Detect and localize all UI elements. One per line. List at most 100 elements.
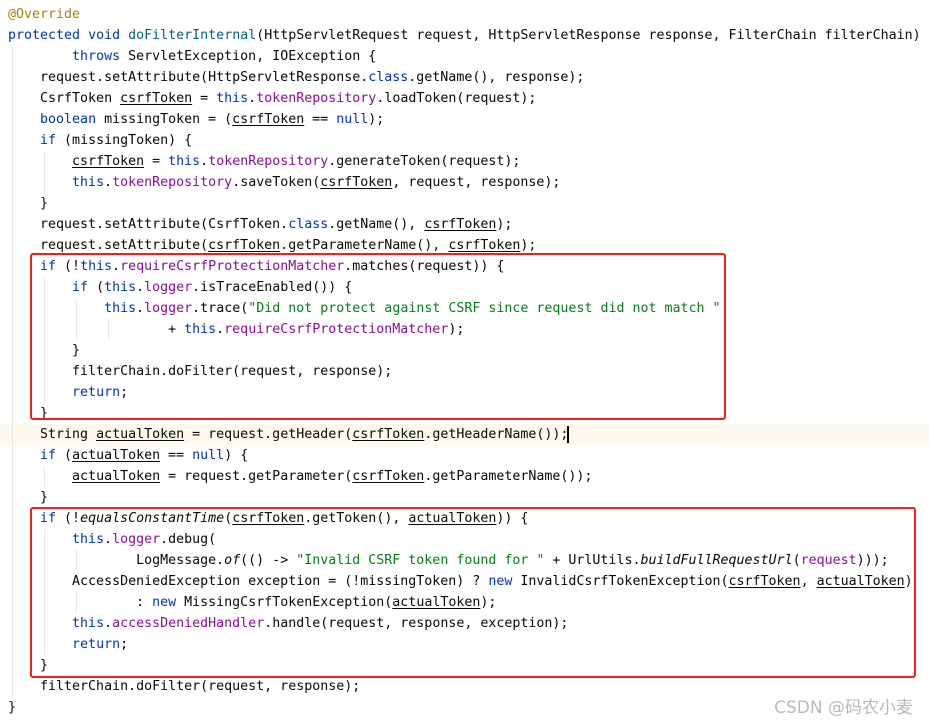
code-token: AccessDeniedException exception = (!miss…: [8, 574, 489, 589]
code-token: .debug(: [160, 532, 217, 547]
code-line[interactable]: }: [0, 403, 929, 424]
code-token: (!: [56, 259, 81, 274]
code-line[interactable]: this.logger.trace("Did not protect again…: [0, 298, 929, 319]
code-token: )));: [856, 553, 889, 568]
code-line[interactable]: request.setAttribute(csrfToken.getParame…: [0, 235, 929, 256]
code-line[interactable]: if (!equalsConstantTime(csrfToken.getTok…: [0, 508, 929, 529]
code-token: tokenRepository: [208, 154, 329, 169]
code-token: csrfToken: [424, 217, 497, 232]
code-token: ==: [160, 448, 193, 463]
code-token: return: [72, 637, 121, 652]
code-line[interactable]: request.setAttribute(CsrfToken.class.get…: [0, 214, 929, 235]
code-line[interactable]: boolean missingToken = (csrfToken == nul…: [0, 109, 929, 130]
code-token: (HttpServletRequest request, HttpServlet…: [256, 28, 921, 43]
code-token: logger: [144, 301, 193, 316]
code-token: if: [40, 259, 57, 274]
code-line[interactable]: filterChain.doFilter(request, response);: [0, 361, 929, 382]
code-editor[interactable]: @Override protected void doFilterInternal…: [0, 4, 929, 718]
code-token: ) {: [224, 448, 249, 463]
code-token: new: [488, 574, 513, 589]
code-line[interactable]: LogMessage.of(() -> "Invalid CSRF token …: [0, 550, 929, 571]
code-line[interactable]: @Override: [0, 4, 929, 25]
code-token: this: [72, 175, 105, 190]
code-token: this: [216, 91, 249, 106]
code-line[interactable]: + this.requireCsrfProtectionMatcher);: [0, 319, 929, 340]
code-token: .getToken(),: [304, 511, 409, 526]
code-line[interactable]: }: [0, 193, 929, 214]
code-token: this: [168, 154, 201, 169]
code-token: );: [496, 217, 513, 232]
code-token: (: [88, 280, 105, 295]
code-token: , request, response);: [392, 175, 561, 190]
code-token: .: [200, 154, 209, 169]
code-token: request.setAttribute(CsrfToken.: [8, 217, 289, 232]
code-token: .generateToken(request);: [328, 154, 521, 169]
code-token: .getName(), response);: [408, 70, 585, 85]
code-token: request.setAttribute(HttpServletResponse…: [8, 70, 369, 85]
code-token: csrfToken: [448, 238, 521, 253]
code-token: if: [40, 448, 57, 463]
code-line[interactable]: protected void doFilterInternal(HttpServ…: [0, 25, 929, 46]
code-token: requireCsrfProtectionMatcher: [224, 322, 449, 337]
indent-guide: [12, 46, 13, 696]
code-token: request: [800, 553, 857, 568]
code-line[interactable]: }: [0, 340, 929, 361]
code-token: CsrfToken: [8, 91, 121, 106]
code-token: this: [104, 301, 137, 316]
code-token: tokenRepository: [112, 175, 233, 190]
code-token: this: [72, 532, 105, 547]
code-line[interactable]: actualToken = request.getParameter(csrfT…: [0, 466, 929, 487]
code-line[interactable]: }: [0, 655, 929, 676]
code-token: protected: [8, 28, 81, 43]
code-line[interactable]: if (this.logger.isTraceEnabled()) {: [0, 277, 929, 298]
code-line[interactable]: if (actualToken == null) {: [0, 445, 929, 466]
code-token: csrfToken: [208, 238, 281, 253]
code-token: throws: [72, 49, 121, 64]
code-token: LogMessage.: [8, 553, 225, 568]
code-line[interactable]: this.accessDeniedHandler.handle(request,…: [0, 613, 929, 634]
code-token: csrfToken: [120, 91, 193, 106]
code-token: logger: [144, 280, 193, 295]
code-token: if: [40, 511, 57, 526]
code-token: this: [184, 322, 217, 337]
code-token: csrfToken: [72, 154, 145, 169]
code-line[interactable]: if (missingToken) {: [0, 130, 929, 151]
code-line[interactable]: }: [0, 487, 929, 508]
code-token: .: [104, 616, 113, 631]
code-line[interactable]: return;: [0, 382, 929, 403]
code-line[interactable]: this.tokenRepository.saveToken(csrfToken…: [0, 172, 929, 193]
code-line[interactable]: request.setAttribute(HttpServletResponse…: [0, 67, 929, 88]
code-line[interactable]: if (!this.requireCsrfProtectionMatcher.m…: [0, 256, 929, 277]
code-token: ): [904, 574, 913, 589]
code-token: .handle(request, response, exception);: [264, 616, 569, 631]
code-token: logger: [112, 532, 161, 547]
code-line[interactable]: : new MissingCsrfTokenException(actualTo…: [0, 592, 929, 613]
code-line[interactable]: CsrfToken csrfToken = this.tokenReposito…: [0, 88, 929, 109]
code-line[interactable]: csrfToken = this.tokenRepository.generat…: [0, 151, 929, 172]
code-token: csrfToken: [352, 469, 425, 484]
code-token: if: [40, 133, 57, 148]
code-line[interactable]: return;: [0, 634, 929, 655]
code-line[interactable]: this.logger.debug(: [0, 529, 929, 550]
code-token: boolean: [40, 112, 97, 127]
code-token: );: [368, 112, 385, 127]
code-token: accessDeniedHandler: [112, 616, 265, 631]
text-cursor: [567, 426, 569, 443]
code-token: .getParameterName());: [424, 469, 593, 484]
code-token: .trace(: [192, 301, 249, 316]
code-token: );: [520, 238, 537, 253]
code-token: csrfToken: [728, 574, 801, 589]
code-token: of: [224, 553, 241, 568]
code-line[interactable]: String actualToken = request.getHeader(c…: [0, 424, 929, 445]
code-token: );: [448, 322, 465, 337]
code-line[interactable]: throws ServletException, IOException {: [0, 46, 929, 67]
watermark: CSDN @码农小麦: [774, 698, 913, 718]
code-line[interactable]: AccessDeniedException exception = (!miss…: [0, 571, 929, 592]
code-token: request.setAttribute(: [8, 238, 209, 253]
indent-guide: [44, 529, 45, 655]
code-token: filterChain.doFilter(request, response);: [8, 364, 393, 379]
